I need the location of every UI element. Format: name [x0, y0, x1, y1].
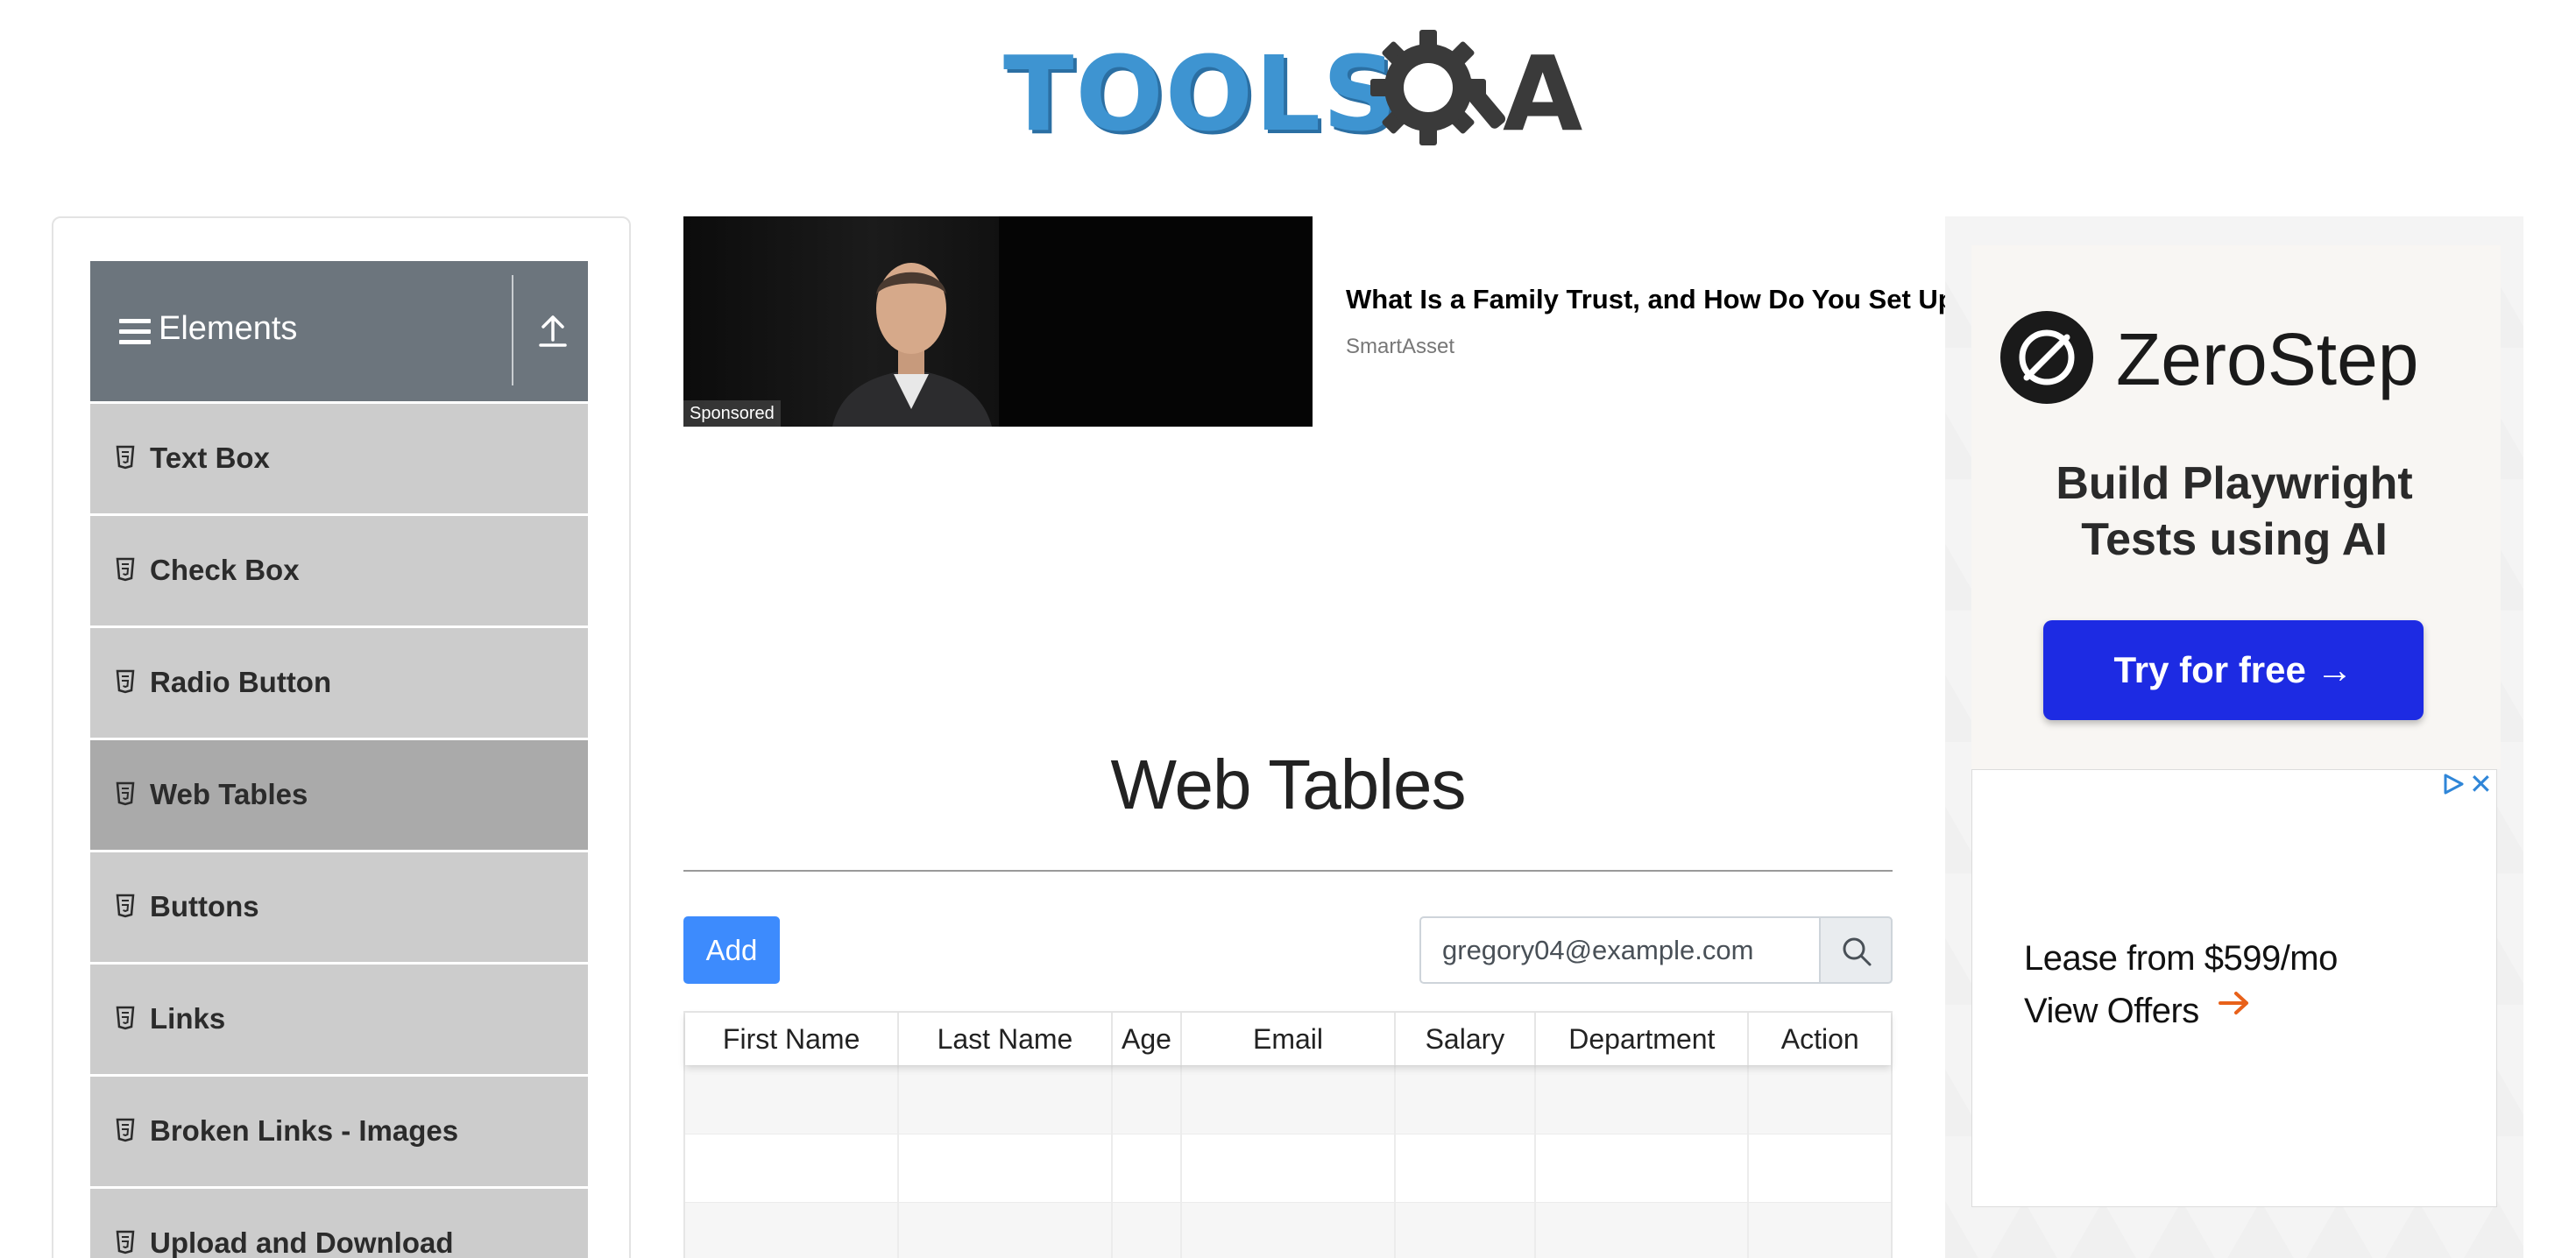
sidebar-item-upload-download[interactable]: Upload and Download: [90, 1186, 588, 1258]
sidebar-item-broken-links[interactable]: Broken Links - Images: [90, 1074, 588, 1186]
search-button[interactable]: [1819, 916, 1893, 984]
sidebar-item-web-tables[interactable]: Web Tables: [90, 738, 588, 850]
view-offers-link[interactable]: View Offers: [2024, 986, 2199, 1035]
table-row: [685, 1202, 1891, 1258]
sidebar-item-text-box[interactable]: Text Box: [90, 401, 588, 513]
gear-magnifier-icon: [1370, 30, 1506, 145]
html5-icon: [116, 669, 135, 694]
ad-source: SmartAsset: [1346, 335, 1455, 358]
sidebar-item-label: Radio Button: [150, 666, 332, 698]
sidebar-item-buttons[interactable]: Buttons: [90, 850, 588, 962]
sidebar-item-label: Check Box: [150, 554, 300, 586]
add-record-button[interactable]: Add: [683, 916, 780, 984]
collapse-upload-icon[interactable]: [535, 312, 570, 350]
sidebar-item-label: Buttons: [150, 890, 259, 922]
html5-icon: [116, 894, 135, 918]
search-icon: [1843, 937, 1872, 966]
html5-icon: [116, 557, 135, 582]
zerostep-logo-icon: [2000, 311, 2093, 404]
page-title: Web Tables: [1110, 746, 1466, 823]
column-header-salary[interactable]: Salary: [1396, 1013, 1537, 1065]
sidebar-item-label: Text Box: [150, 442, 270, 474]
column-header-age[interactable]: Age: [1113, 1013, 1183, 1065]
column-header-first-name[interactable]: First Name: [685, 1013, 900, 1065]
title-divider: [683, 870, 1893, 872]
lease-offer-text: Lease from $599/mo: [2024, 939, 2338, 978]
portrait-image: [832, 263, 992, 427]
sidebar-menu: Text Box Check Box Radio Button Web Tabl…: [90, 401, 588, 1258]
sidebar-item-links[interactable]: Links: [90, 962, 588, 1074]
search-input[interactable]: [1419, 916, 1821, 984]
sponsored-ad-image[interactable]: Sponsored: [683, 216, 1313, 427]
column-header-department[interactable]: Department: [1536, 1013, 1750, 1065]
sidebar-item-radio-button[interactable]: Radio Button: [90, 625, 588, 738]
column-header-email[interactable]: Email: [1182, 1013, 1396, 1065]
html5-icon: [116, 1006, 135, 1030]
sidebar-item-label: Web Tables: [150, 778, 308, 810]
sidebar-item-label: Upload and Download: [150, 1226, 454, 1258]
zerostep-tagline: Build Playwright Tests using AI: [2056, 458, 2413, 565]
try-for-free-button[interactable]: Try for free →: [2043, 620, 2424, 720]
ad-close-icon[interactable]: ✕: [2469, 769, 2493, 799]
html5-icon: [116, 445, 135, 470]
header-divider: [512, 275, 513, 385]
site-logo[interactable]: TOOLS A: [1003, 25, 1582, 165]
sidebar-item-check-box[interactable]: Check Box: [90, 513, 588, 625]
html5-icon: [116, 781, 135, 806]
sidebar-group-elements[interactable]: Elements: [90, 261, 588, 401]
sponsored-badge: Sponsored: [683, 400, 781, 427]
table-row: [685, 1134, 1891, 1202]
html5-icon: [116, 1118, 135, 1142]
logo-text: TOOLS: [1003, 33, 1399, 154]
arrow-right-icon: [2219, 992, 2248, 1014]
zerostep-brand: ZeroStep: [2116, 318, 2419, 400]
logo-text-end: A: [1503, 33, 1583, 154]
ad-headline-link[interactable]: What Is a Family Trust, and How Do You S…: [1346, 282, 1945, 317]
column-header-last-name[interactable]: Last Name: [899, 1013, 1113, 1065]
table-row: [685, 1065, 1891, 1134]
adchoices-icon[interactable]: [2441, 773, 2466, 795]
column-header-action: Action: [1780, 1023, 1859, 1055]
sidebar-item-label: Broken Links - Images: [150, 1114, 459, 1147]
sidebar-item-label: Links: [150, 1002, 226, 1035]
html5-icon: [116, 1230, 135, 1254]
table-header: First Name Last Name Age Email Salary De…: [685, 1013, 1891, 1065]
menu-icon: [119, 319, 151, 345]
sidebar-group-title: Elements: [159, 310, 298, 347]
web-table: First Name Last Name Age Email Salary De…: [683, 1011, 1893, 1258]
